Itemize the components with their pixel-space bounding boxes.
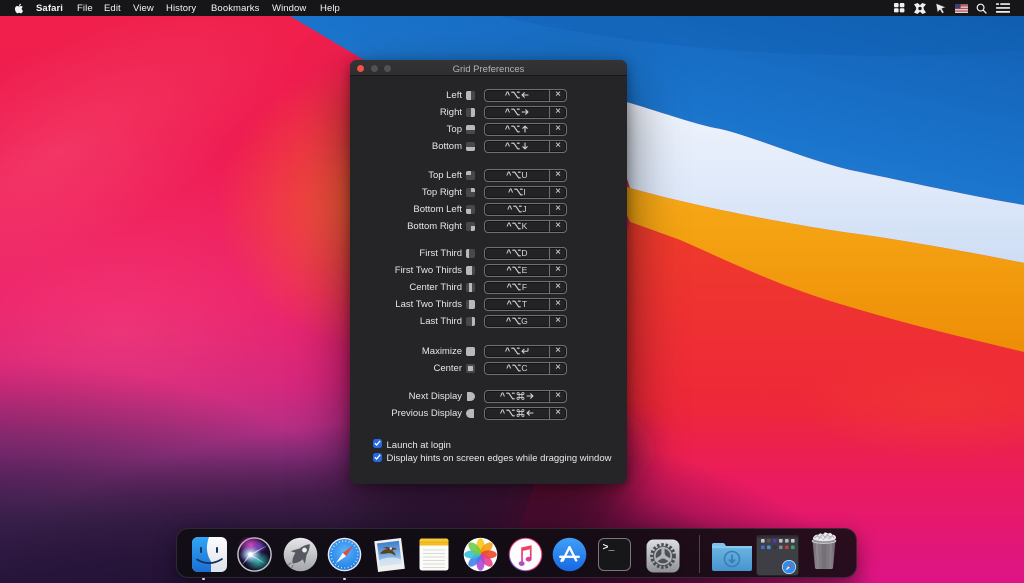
svg-text:>_: >_ bbox=[603, 543, 616, 554]
